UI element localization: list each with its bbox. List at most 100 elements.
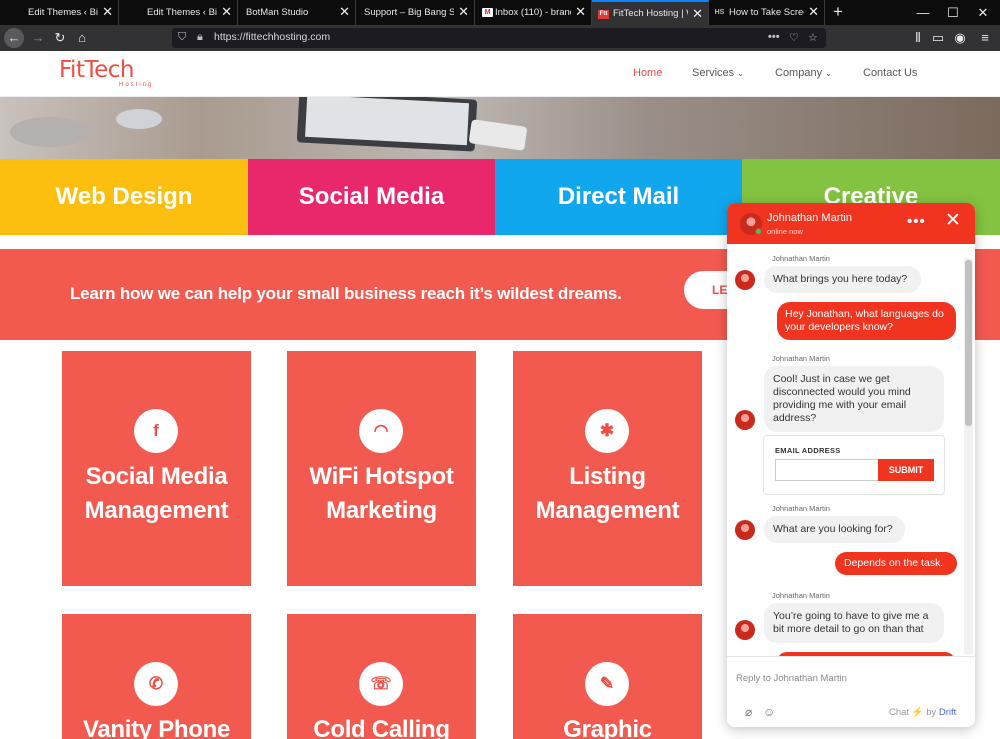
browser-tab[interactable]: HS How to Take Screens ✕ [709, 0, 825, 25]
agent-avatar [735, 620, 755, 640]
chevron-down-icon: ⌄ [737, 69, 744, 78]
url-text[interactable]: https://fittechhosting.com [214, 31, 330, 43]
card-title: Marketing [326, 497, 437, 524]
card-title: Social Media [85, 463, 228, 490]
card-cold-calling[interactable]: ☏ Cold Calling [287, 614, 476, 739]
card-vanity-phone[interactable]: ✆ Vanity Phone [62, 614, 251, 739]
card-listing-management[interactable]: ✱ Listing Management [513, 351, 702, 586]
shield-icon[interactable]: ⛉ [178, 31, 186, 44]
library-icon[interactable]: ⫴ [908, 28, 928, 48]
wordpress-icon [128, 8, 139, 17]
close-tab-icon[interactable]: ✕ [575, 5, 586, 19]
nav-contact[interactable]: Contact Us [863, 67, 917, 79]
card-social-media-management[interactable]: f Social Media Management [62, 351, 251, 586]
card-title: Graphic [563, 716, 652, 739]
tab-title: Support – Big Bang Softw [364, 7, 454, 18]
browser-tab[interactable]: BotMan Studio ✕ [238, 0, 356, 25]
close-chat-icon[interactable]: ✕ [945, 211, 961, 231]
tab-title: FitTech Hosting | We [613, 8, 688, 19]
tab-title: Edit Themes ‹ Big Bang S [28, 7, 98, 18]
email-input[interactable] [775, 459, 878, 481]
message-sender: Johnathan Martin [772, 354, 830, 363]
more-options-icon[interactable]: ••• [907, 213, 926, 230]
browser-tab[interactable]: Support – Big Bang Softw ✕ [356, 0, 475, 25]
close-tab-icon[interactable]: ✕ [458, 5, 469, 19]
tablet-shape [296, 97, 478, 152]
yelp-icon: ✱ [585, 409, 629, 453]
emoji-icon[interactable]: ☺ [763, 705, 775, 719]
attachment-icon[interactable]: ⌀ [745, 705, 752, 719]
submit-button[interactable]: SUBMIT [878, 459, 934, 481]
service-direct-mail[interactable]: Direct Mail [495, 159, 742, 235]
reply-input[interactable]: Reply to Johnathan Martin [736, 673, 847, 684]
reload-icon[interactable]: ↻ [50, 28, 70, 48]
close-tab-icon[interactable]: ✕ [808, 5, 819, 19]
user-message: Hey Jonathan, what languages do your dev… [777, 302, 956, 340]
close-tab-icon[interactable]: ✕ [221, 5, 232, 19]
hero-image [0, 97, 1000, 159]
email-capture-form: EMAIL ADDRESS SUBMIT [763, 435, 945, 495]
browser-tab[interactable]: Edit Themes ‹ Big Bang S ✕ [0, 0, 119, 25]
hs-icon: HS [714, 9, 725, 16]
agent-avatar [735, 410, 755, 430]
phone-shape [468, 119, 528, 151]
maximize-icon[interactable]: ☐ [938, 0, 968, 25]
brand-chat-label: Chat [889, 707, 910, 718]
close-tab-icon[interactable]: ✕ [692, 7, 703, 21]
banner-text: Learn how we can help your small busines… [70, 284, 622, 303]
account-icon[interactable]: ◉ [950, 28, 970, 48]
address-bar[interactable]: ⛉ 🔒︎ https://fittechhosting.com ••• ♡ ☆ [172, 28, 826, 48]
page-actions-icon[interactable]: ••• [768, 31, 780, 43]
agent-message: What are you looking for? [764, 516, 905, 543]
logo-subtext: Hosting [119, 82, 154, 88]
close-tab-icon[interactable]: ✕ [339, 5, 350, 19]
browser-toolbar: ← → ↻ ⌂ ⛉ 🔒︎ https://fittechhosting.com … [0, 25, 1000, 51]
lock-icon: 🔒︎ [197, 31, 203, 43]
nav-services[interactable]: Services ⌄ [692, 67, 744, 79]
hamburger-menu-icon[interactable]: ≡ [975, 28, 995, 48]
nav-company[interactable]: Company ⌄ [775, 67, 832, 79]
scrollbar-thumb[interactable] [965, 260, 972, 426]
browser-tab[interactable]: Edit Themes ‹ Big Bang S ✕ [119, 0, 238, 25]
cup-shape [10, 117, 90, 147]
logo-text: FitTech [59, 57, 134, 83]
service-web-design[interactable]: Web Design [0, 159, 248, 235]
back-arrow-icon[interactable]: ← [4, 28, 24, 48]
message-sender: Johnathan Martin [772, 591, 830, 600]
powered-by-drift[interactable]: Chat ⚡ by Drift [889, 707, 956, 718]
tablet-screen [305, 97, 470, 146]
forward-arrow-icon[interactable]: → [28, 28, 48, 48]
tab-title: How to Take Screens [729, 7, 804, 18]
phone-icon: ✆ [134, 662, 178, 706]
browser-tab[interactable]: M Inbox (110) - brando ✕ [475, 0, 592, 25]
chat-scrollbar[interactable] [964, 258, 973, 654]
browser-tab-active[interactable]: Ftt FitTech Hosting | We ✕ [592, 0, 709, 25]
chat-header: Johnathan Martin online now ••• ✕ [727, 203, 975, 244]
fittech-icon: Ftt [598, 10, 609, 19]
message-sender: Johnathan Martin [772, 504, 830, 513]
close-window-icon[interactable]: ✕ [968, 0, 998, 25]
facebook-icon: f [134, 409, 178, 453]
home-icon[interactable]: ⌂ [72, 28, 92, 48]
card-title: WiFi Hotspot [309, 463, 454, 490]
sidebar-icon[interactable]: ▭ [928, 28, 948, 48]
nav-services-label: Services [692, 67, 735, 79]
new-tab-button[interactable]: + [825, 0, 851, 25]
paintbrush-icon: ✎ [585, 662, 629, 706]
nav-home[interactable]: Home [633, 67, 662, 79]
wifi-icon: ◠ [359, 409, 403, 453]
fittech-logo[interactable]: FitTech Hosting [59, 57, 169, 89]
brand-drift-label: Drift [938, 707, 957, 718]
browser-tab-strip: Edit Themes ‹ Big Bang S ✕ Edit Themes ‹… [0, 0, 1000, 25]
card-title: Listing [569, 463, 646, 490]
close-tab-icon[interactable]: ✕ [102, 5, 113, 19]
card-wifi-hotspot-marketing[interactable]: ◠ WiFi Hotspot Marketing [287, 351, 476, 586]
card-graphic[interactable]: ✎ Graphic [513, 614, 702, 739]
message-sender: Johnathan Martin [772, 254, 830, 263]
minimize-icon[interactable]: — [908, 0, 938, 25]
pocket-icon[interactable]: ♡ [789, 31, 799, 44]
service-social-media[interactable]: Social Media [248, 159, 495, 235]
call-ring-icon: ☏ [359, 662, 403, 706]
lightning-icon: ⚡ [911, 707, 924, 718]
bookmark-star-icon[interactable]: ☆ [808, 31, 818, 44]
